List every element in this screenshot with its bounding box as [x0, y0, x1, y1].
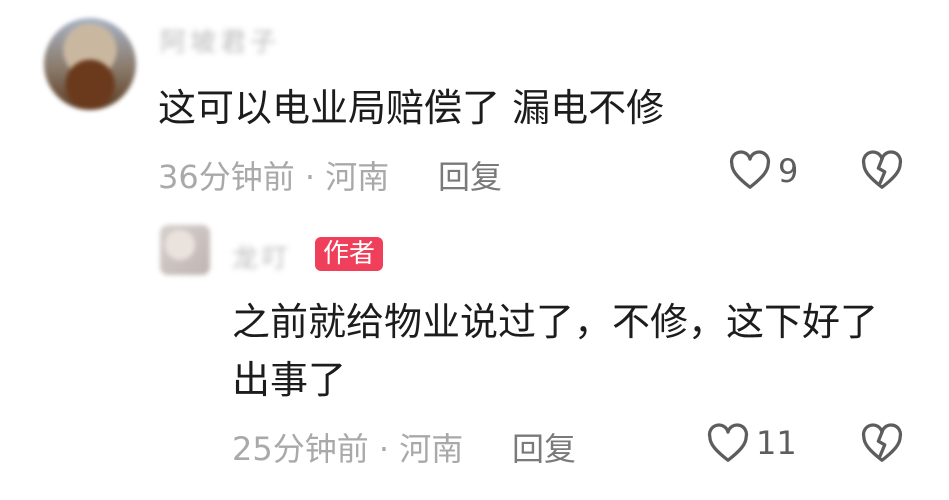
reply-button[interactable]: 回复	[438, 152, 502, 198]
like-count: 9	[778, 152, 799, 190]
username[interactable]: 龙叮	[232, 238, 292, 275]
avatar[interactable]	[44, 18, 136, 110]
location: 河南	[325, 158, 390, 196]
separator: ·	[378, 430, 400, 468]
broken-heart-icon	[861, 150, 903, 189]
comment-text-line1: 之前就给物业说过了，不修，这下好了	[232, 300, 879, 344]
separator: ·	[304, 158, 326, 196]
timestamp: 36分钟前	[158, 158, 295, 196]
username[interactable]: 阿坡君子	[160, 22, 280, 59]
comment-text-line2: 出事了	[232, 358, 347, 402]
reply-button[interactable]: 回复	[512, 424, 576, 470]
location: 河南	[399, 430, 464, 468]
dislike-button[interactable]	[860, 423, 904, 463]
reply-avatar[interactable]	[160, 225, 210, 275]
like-button[interactable]	[706, 423, 750, 463]
comment-meta: 25分钟前 · 河南	[232, 424, 463, 470]
author-badge: 作者	[315, 237, 384, 271]
timestamp: 25分钟前	[232, 430, 369, 468]
dislike-button[interactable]	[860, 150, 904, 190]
heart-outline-icon	[707, 423, 749, 462]
like-count: 11	[756, 424, 797, 462]
heart-outline-icon	[729, 150, 771, 189]
comment-meta: 36分钟前 · 河南	[158, 152, 389, 198]
like-button[interactable]	[728, 150, 772, 190]
broken-heart-icon	[861, 423, 903, 462]
comment-text: 这可以电业局赔偿了 漏电不修	[158, 86, 665, 130]
